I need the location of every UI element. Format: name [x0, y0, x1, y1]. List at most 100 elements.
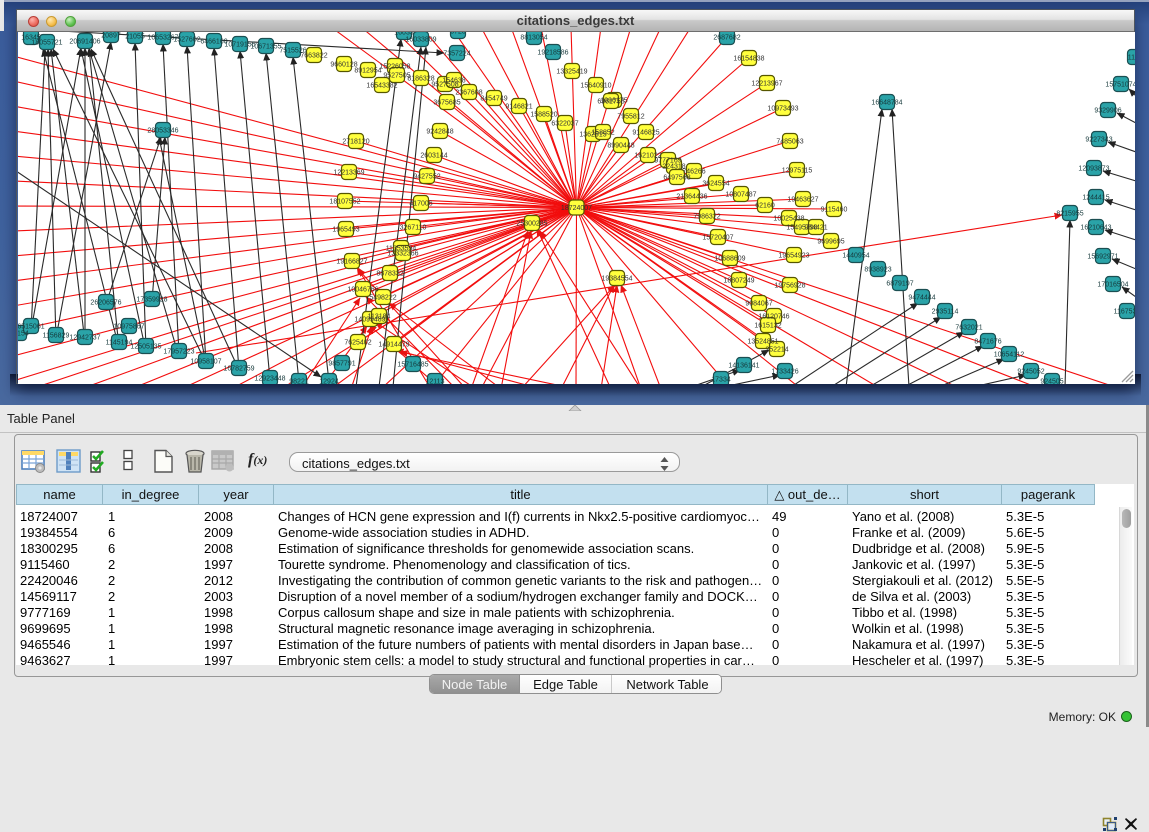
svg-text:18724007: 18724007 [561, 205, 592, 212]
svg-text:1965493: 1965493 [332, 227, 359, 234]
svg-text:8990448: 8990448 [607, 143, 634, 150]
svg-text:12213967: 12213967 [751, 81, 782, 88]
svg-text:9427552: 9427552 [413, 174, 440, 181]
svg-text:18107552: 18107552 [329, 199, 360, 206]
svg-text:17359928: 17359928 [136, 297, 167, 304]
svg-text:6497568: 6497568 [663, 175, 690, 182]
svg-text:16543382: 16543382 [366, 83, 397, 90]
svg-text:98221: 98221 [289, 379, 309, 384]
svg-text:7663822: 7663822 [300, 53, 327, 60]
svg-text:10973493: 10973493 [767, 106, 798, 113]
svg-text:15692971: 15692971 [1087, 254, 1118, 261]
svg-text:9227343: 9227343 [1085, 137, 1112, 144]
svg-text:20691406: 20691406 [69, 39, 100, 46]
svg-text:13325419: 13325419 [556, 69, 587, 76]
svg-text:9329906: 9329906 [1094, 108, 1121, 115]
svg-text:8471676: 8471676 [974, 339, 1001, 346]
svg-text:8878332: 8878332 [376, 271, 403, 278]
svg-text:158852: 158852 [591, 130, 614, 137]
svg-text:8215955: 8215955 [1056, 211, 1083, 218]
svg-text:2367608: 2367608 [455, 90, 482, 97]
svg-text:9242848: 9242848 [426, 129, 453, 136]
svg-text:21364436: 21364436 [676, 194, 707, 201]
svg-text:1112: 1112 [1128, 55, 1135, 62]
svg-text:8454749: 8454749 [480, 96, 507, 103]
svg-text:15640910: 15640910 [580, 83, 611, 90]
svg-text:19654923: 19654923 [778, 253, 809, 260]
svg-text:17957223: 17957223 [163, 349, 194, 356]
svg-text:1527602: 1527602 [173, 37, 200, 44]
svg-text:10025438: 10025438 [773, 216, 804, 223]
svg-text:9245052: 9245052 [1017, 369, 1044, 376]
svg-text:16120746: 16120746 [758, 314, 789, 321]
svg-text:25300285: 25300285 [516, 221, 547, 228]
svg-text:8912954: 8912954 [354, 68, 381, 75]
svg-text:3267110: 3267110 [400, 225, 427, 232]
svg-text:15226058: 15226058 [379, 64, 410, 71]
svg-text:1440954: 1440954 [842, 253, 869, 260]
svg-text:9115460: 9115460 [821, 207, 848, 214]
svg-text:17334: 17334 [711, 377, 731, 384]
svg-text:12923448: 12923448 [254, 376, 285, 383]
svg-text:10046766: 10046766 [347, 287, 378, 294]
svg-text:154638: 154638 [442, 78, 465, 85]
svg-text:6322037: 6322037 [551, 121, 578, 128]
svg-text:16154838: 16154838 [733, 56, 764, 63]
svg-text:1244415: 1244415 [1082, 195, 1109, 202]
svg-text:15716485: 15716485 [397, 362, 428, 369]
svg-text:39154: 39154 [18, 331, 29, 338]
svg-text:10975867: 10975867 [113, 324, 144, 331]
svg-text:12113: 12113 [426, 379, 445, 384]
svg-text:20897: 20897 [101, 33, 121, 40]
svg-text:7357224: 7357224 [443, 51, 470, 58]
svg-text:7485063: 7485063 [776, 139, 803, 146]
svg-text:12505135: 12505135 [130, 344, 161, 351]
svg-text:1733426: 1733426 [771, 369, 798, 376]
svg-text:12924: 12924 [319, 379, 339, 384]
svg-text:2687682: 2687682 [713, 35, 740, 42]
svg-text:15751074: 15751074 [1105, 82, 1135, 89]
svg-text:14136141: 14136141 [728, 363, 759, 370]
svg-text:2603144: 2603144 [420, 153, 447, 160]
svg-text:5498222: 5498222 [369, 295, 396, 302]
svg-text:9084067: 9084067 [745, 301, 772, 308]
svg-text:19218586: 19218586 [537, 50, 568, 57]
svg-text:8938923: 8938923 [864, 267, 891, 274]
svg-text:3675685: 3675685 [433, 100, 460, 107]
svg-text:6515061: 6515061 [18, 324, 45, 331]
svg-text:13524851: 13524851 [747, 339, 778, 346]
svg-text:12093873: 12093873 [1078, 166, 1109, 173]
svg-text:14914479: 14914479 [378, 342, 409, 349]
svg-text:16033809: 16033809 [405, 37, 436, 44]
svg-text:16782759: 16782759 [223, 366, 254, 373]
svg-text:12975115: 12975115 [782, 168, 813, 175]
svg-text:21055: 21055 [125, 34, 145, 41]
svg-text:1156829: 1156829 [43, 333, 70, 340]
svg-text:18807249: 18807249 [723, 278, 754, 285]
svg-text:19384554: 19384554 [601, 276, 632, 283]
svg-text:984421: 984421 [804, 225, 827, 232]
svg-text:19463627: 19463627 [787, 197, 818, 204]
svg-text:7625402: 7625402 [344, 340, 371, 347]
svg-text:10688609: 10688609 [714, 256, 745, 263]
svg-text:18055721: 18055721 [31, 40, 62, 47]
svg-text:9146821: 9146821 [505, 104, 532, 111]
svg-text:9857791: 9857791 [328, 361, 355, 368]
svg-text:10958107: 10958107 [190, 359, 221, 366]
svg-text:417006: 417006 [409, 201, 432, 208]
svg-text:15720407: 15720407 [702, 235, 733, 242]
svg-text:17016504: 17016504 [1097, 282, 1128, 289]
svg-text:19756928: 19756928 [774, 283, 805, 290]
svg-text:7632021: 7632021 [955, 325, 982, 332]
svg-text:1615132: 1615132 [754, 323, 781, 330]
svg-text:1167533: 1167533 [1114, 309, 1135, 316]
svg-text:12942737: 12942737 [69, 335, 100, 342]
svg-text:16210643: 16210643 [1080, 225, 1111, 232]
svg-text:62160: 62160 [755, 203, 775, 210]
svg-text:5723: 5723 [450, 32, 466, 36]
svg-text:8813054: 8813054 [520, 35, 547, 42]
svg-text:113184: 113184 [368, 314, 391, 321]
svg-text:28053346: 28053346 [147, 128, 178, 135]
svg-text:19166827: 19166827 [336, 259, 367, 266]
svg-text:10654112: 10654112 [994, 352, 1025, 359]
